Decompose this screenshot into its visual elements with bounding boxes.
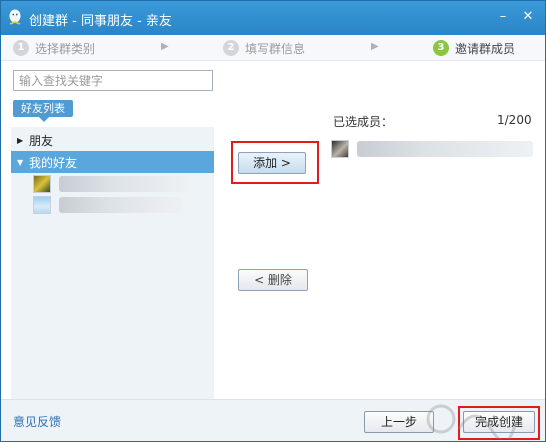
triangle-down-icon: ▼ [17, 157, 24, 167]
blurred-name [59, 176, 189, 192]
selected-member-item[interactable] [331, 138, 535, 160]
selected-members-pane [327, 127, 535, 399]
step-label: 选择群类别 [35, 41, 96, 56]
step-number: 2 [223, 40, 239, 56]
feedback-link[interactable]: 意见反馈 [13, 413, 61, 430]
selected-count: 1/200 [497, 113, 532, 127]
create-group-window: 创建群 - 同事朋友 - 亲友 – ✕ 1 选择群类别 ▶ 2 填写群信息 ▶ … [0, 0, 546, 442]
blurred-name [59, 197, 183, 213]
step-select-category: 1 选择群类别 [13, 39, 95, 57]
highlight-box [231, 141, 319, 184]
qq-penguin-icon [9, 9, 21, 25]
avatar [331, 140, 349, 158]
previous-step-button[interactable]: 上一步 [364, 411, 434, 433]
step-arrow-icon: ▶ [161, 41, 169, 52]
friends-tree: ▶ 朋友 ▼ 我的好友 [11, 127, 214, 399]
avatar [33, 175, 51, 193]
selected-members-label: 已选成员： [333, 115, 394, 129]
search-input[interactable] [14, 71, 212, 90]
avatar [33, 196, 51, 214]
wizard-steps: 1 选择群类别 ▶ 2 填写群信息 ▶ 3 邀请群成员 [1, 35, 545, 61]
triangle-right-icon: ▶ [17, 135, 24, 145]
minimize-button[interactable]: – [493, 7, 513, 27]
tab-friends-list[interactable]: 好友列表 [13, 100, 73, 122]
blurred-name [357, 141, 533, 157]
group-my-friends[interactable]: ▼ 我的好友 [11, 151, 214, 173]
step-label: 邀请群成员 [455, 41, 516, 56]
title-bar[interactable]: 创建群 - 同事朋友 - 亲友 – ✕ [1, 1, 545, 35]
step-fill-info: 2 填写群信息 [223, 39, 305, 57]
search-box[interactable] [13, 70, 213, 91]
close-button[interactable]: ✕ [518, 7, 538, 27]
window-title: 创建群 - 同事朋友 - 亲友 [29, 14, 172, 29]
delete-button[interactable]: < 删除 [238, 269, 308, 291]
friend-item[interactable] [33, 174, 213, 194]
step-invite-members: 3 邀请群成员 [433, 39, 515, 57]
step-label: 填写群信息 [245, 41, 306, 56]
step-number: 1 [13, 40, 29, 56]
friend-item[interactable] [33, 195, 213, 215]
group-label: 朋友 [29, 133, 54, 148]
step-arrow-icon: ▶ [371, 41, 379, 52]
watermark-logo [426, 404, 517, 439]
step-number: 3 [433, 40, 449, 56]
group-label: 我的好友 [29, 155, 78, 170]
group-friends[interactable]: ▶ 朋友 [11, 129, 214, 151]
